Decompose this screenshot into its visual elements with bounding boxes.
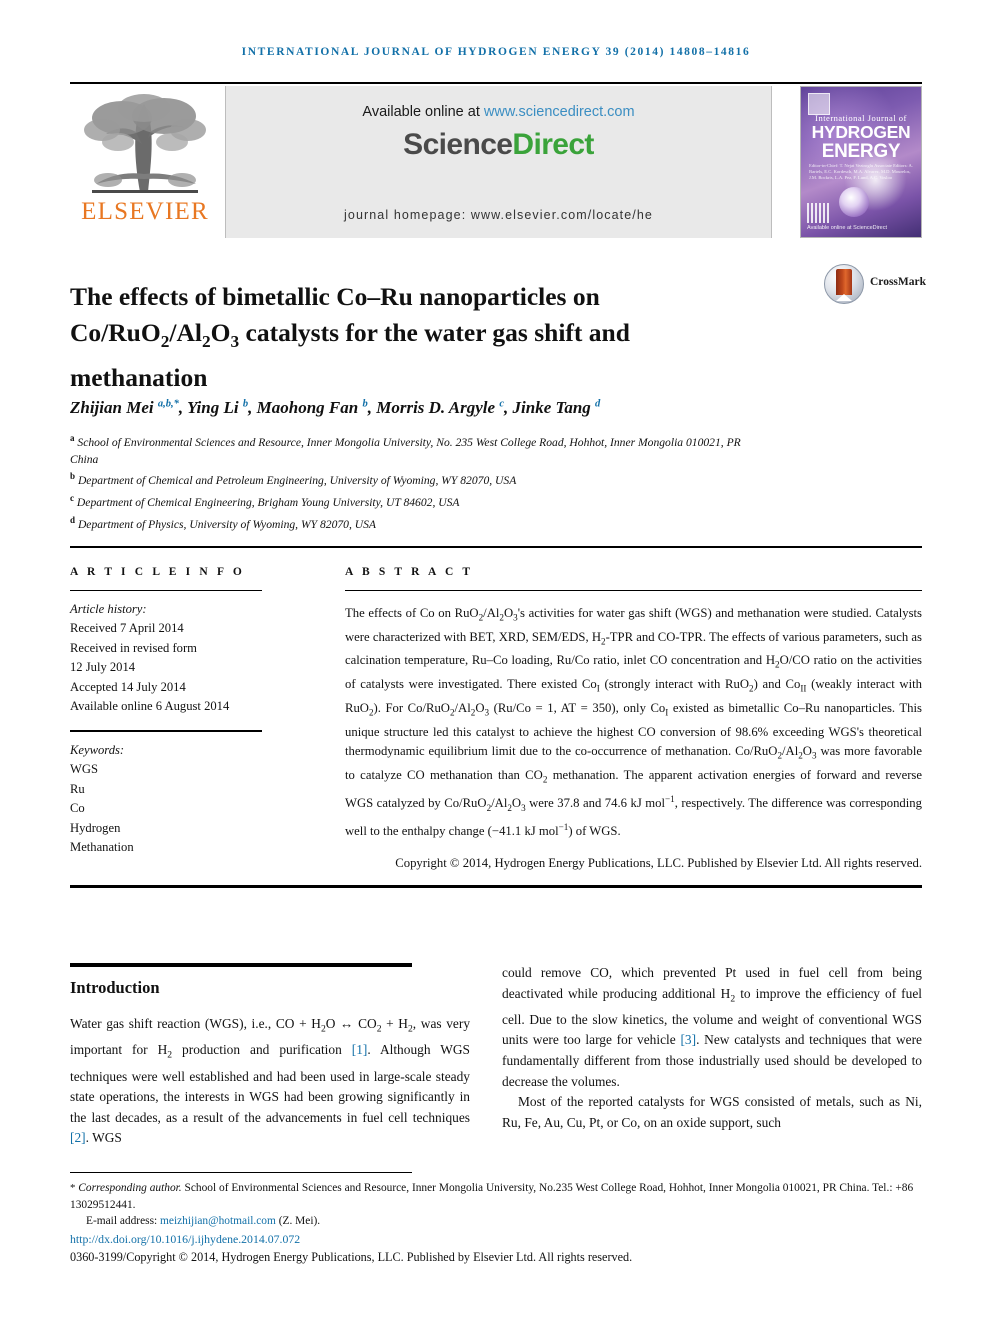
article-info-heading: A R T I C L E I N F O	[70, 566, 245, 578]
doi-link[interactable]: http://dx.doi.org/10.1016/j.ijhydene.201…	[70, 1231, 922, 1248]
affiliation-item: d Department of Physics, University of W…	[70, 514, 377, 531]
affiliation-text: Department of Chemical and Petroleum Eng…	[77, 474, 517, 488]
corresponding-author-label: Corresponding author.	[78, 1182, 182, 1194]
issn-copyright-line: 0360-3199/Copyright © 2014, Hydrogen Ene…	[70, 1250, 633, 1265]
page-title: The effects of bimetallic Co–Ru nanopart…	[70, 282, 630, 393]
abstract-divider	[345, 590, 922, 591]
crossmark-label: CrossMark	[870, 276, 927, 288]
asterisk-icon: *	[70, 1182, 76, 1194]
keyword-item: WGS	[70, 762, 98, 777]
article-info-column: A R T I C L E I N F O Article history: R…	[70, 566, 262, 857]
elsevier-tree-icon	[78, 92, 212, 200]
keywords-block: Keywords: WGS Ru Co Hydrogen Methanation	[70, 741, 262, 857]
introduction-heading: Introduction	[70, 978, 160, 997]
author-affil-marker: c	[499, 398, 505, 410]
sciencedirect-band: Available online at www.sciencedirect.co…	[225, 86, 772, 238]
article-history-block: Article history: Received 7 April 2014 R…	[70, 600, 262, 716]
keyword-item: Methanation	[70, 840, 134, 855]
body-column-right: could remove CO, which prevented Pt used…	[502, 963, 922, 1133]
email-label: E-mail address:	[86, 1215, 161, 1228]
crossmark-book-shape	[836, 269, 852, 301]
corresponding-author-address: School of Environmental Sciences and Res…	[70, 1182, 914, 1211]
affiliation-item: a School of Environmental Sciences and R…	[70, 433, 741, 466]
citation-link[interactable]: [2]	[70, 1130, 86, 1145]
available-online-text: Available online at	[362, 104, 484, 120]
info-section-rule	[70, 546, 922, 548]
crossmark-icon	[824, 264, 864, 304]
keywords-divider	[70, 730, 262, 733]
keywords-label: Keywords:	[70, 743, 125, 758]
sciencedirect-logo[interactable]: ScienceDirect	[226, 128, 771, 162]
cover-barcode-icon	[807, 203, 829, 223]
journal-homepage-line[interactable]: journal homepage: www.elsevier.com/locat…	[226, 208, 771, 222]
affiliation-item: c Department of Chemical Engineering, Br…	[70, 493, 460, 509]
journal-masthead: ELSEVIER Available online at www.science…	[70, 86, 922, 238]
history-item: Available online 6 August 2014	[70, 699, 230, 714]
journal-cover-thumbnail[interactable]: International Journal of HYDROGEN ENERGY…	[800, 86, 922, 238]
email-note: E-mail address: meizhijian@hotmail.com (…	[70, 1213, 922, 1230]
author-affil-marker: d	[595, 398, 601, 410]
citation-link[interactable]: [3]	[680, 1032, 696, 1047]
affiliation-text: Department of Chemical Engineering, Brig…	[76, 495, 460, 509]
elsevier-wordmark: ELSEVIER	[81, 198, 209, 225]
cover-title-line1: HYDROGEN	[811, 122, 911, 142]
keyword-item: Hydrogen	[70, 820, 121, 835]
keyword-item: Co	[70, 801, 85, 816]
cover-orb-graphic	[839, 187, 869, 217]
cover-elsevier-mark-icon	[808, 93, 830, 115]
email-suffix: (Z. Mei).	[275, 1215, 321, 1228]
abstract-heading: A B S T R A C T	[345, 566, 474, 578]
introduction-paragraph-2: Most of the reported catalysts for WGS c…	[502, 1094, 922, 1130]
article-info-divider	[70, 590, 262, 591]
sciencedirect-logo-part2: Direct	[512, 128, 594, 161]
history-item: Received in revised form	[70, 640, 197, 655]
introduction-paragraph-1: Water gas shift reaction (WGS), i.e., CO…	[70, 1016, 471, 1146]
introduction-paragraph-continued: could remove CO, which prevented Pt used…	[502, 965, 922, 1089]
cover-footer-mark: Available online at ScienceDirect	[807, 225, 887, 231]
history-item: Accepted 14 July 2014	[70, 679, 186, 694]
author-list: Zhijian Mei a,b,*, Ying Li b, Maohong Fa…	[70, 398, 601, 417]
affiliations-block: a School of Environmental Sciences and R…	[70, 430, 770, 533]
affiliation-text: School of Environmental Sciences and Res…	[70, 435, 741, 466]
elsevier-logo[interactable]: ELSEVIER	[70, 86, 220, 238]
corresponding-author-note: * Corresponding author. School of Enviro…	[70, 1180, 922, 1213]
cover-editors: Editor-in-Chief: T. Nejat Veziroglu Asso…	[809, 163, 914, 180]
author-affil-marker: b	[362, 398, 368, 410]
abstract-section-rule	[70, 885, 922, 888]
abstract-column: A B S T R A C T The effects of Co on RuO…	[345, 566, 922, 886]
affiliation-text: Department of Physics, University of Wyo…	[77, 517, 377, 531]
author-affil-marker: a,b,*	[157, 398, 179, 410]
article-history-label: Article history:	[70, 602, 147, 616]
sciencedirect-link[interactable]: www.sciencedirect.com	[484, 104, 635, 120]
cover-title-line2: ENERGY	[821, 141, 901, 162]
available-online-line: Available online at www.sciencedirect.co…	[226, 104, 771, 120]
running-head: INTERNATIONAL JOURNAL OF HYDROGEN ENERGY…	[241, 46, 751, 58]
history-item: Received 7 April 2014	[70, 621, 184, 636]
article-first-page: INTERNATIONAL JOURNAL OF HYDROGEN ENERGY…	[0, 0, 992, 1323]
footnote-block: * Corresponding author. School of Enviro…	[70, 1180, 922, 1266]
body-column-left: Introduction Water gas shift reaction (W…	[70, 963, 470, 1149]
introduction-bar	[70, 963, 412, 967]
crossmark-badge[interactable]: CrossMark	[824, 262, 927, 310]
abstract-copyright: Copyright © 2014, Hydrogen Energy Public…	[395, 856, 922, 871]
citation-link[interactable]: [1]	[352, 1042, 368, 1057]
header-rule	[70, 82, 922, 84]
keyword-item: Ru	[70, 781, 85, 796]
history-item: 12 July 2014	[70, 660, 136, 675]
abstract-text: The effects of Co on RuO2/Al2O3's activi…	[345, 605, 923, 839]
sciencedirect-logo-part1: Science	[403, 128, 513, 161]
email-link[interactable]: meizhijian@hotmail.com	[160, 1215, 276, 1227]
footnote-rule	[70, 1172, 412, 1173]
affiliation-item: b Department of Chemical and Petroleum E…	[70, 471, 517, 488]
author-affil-marker: b	[242, 398, 249, 410]
body-columns: Introduction Water gas shift reaction (W…	[70, 963, 922, 1153]
